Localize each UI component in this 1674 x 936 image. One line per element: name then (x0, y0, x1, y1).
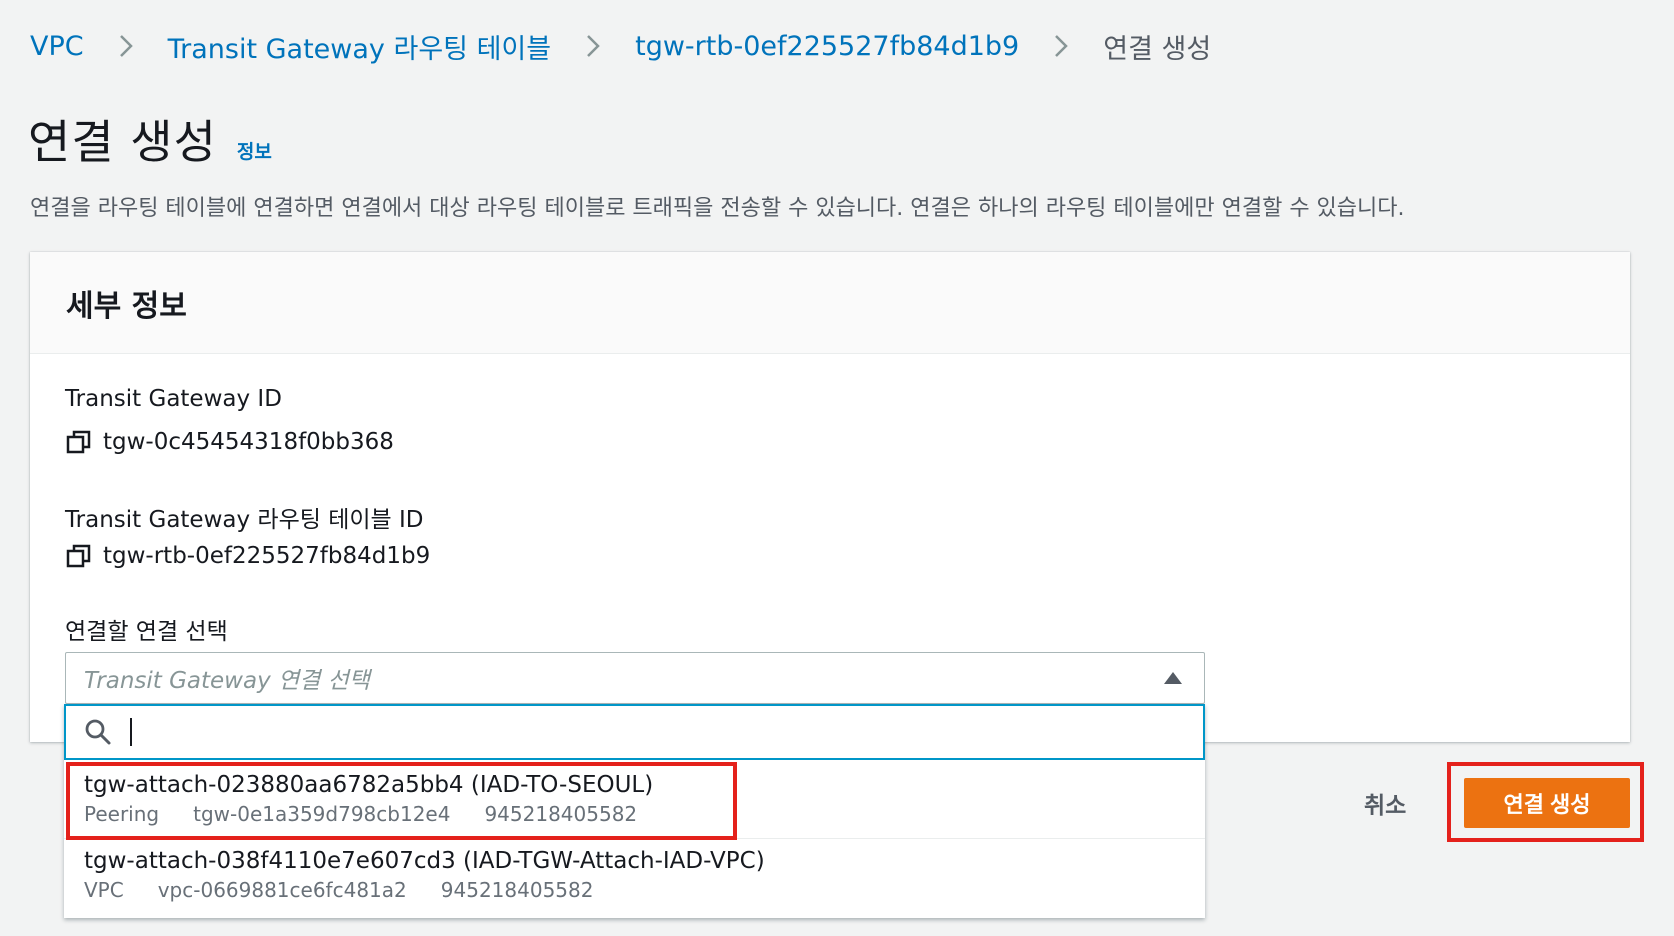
panel-header: 세부 정보 (30, 252, 1630, 354)
option-type: VPC (84, 878, 124, 902)
page-title: 연결 생성 (28, 115, 217, 169)
create-association-button[interactable]: 연결 생성 (1464, 778, 1630, 828)
tgw-id-field: tgw-0c45454318f0bb368 (65, 428, 394, 456)
chevron-right-icon (1041, 26, 1081, 66)
text-cursor (130, 718, 132, 746)
rtb-id-value: tgw-rtb-0ef225527fb84d1b9 (103, 543, 431, 569)
option-account: 945218405582 (440, 878, 594, 902)
panel-title: 세부 정보 (66, 288, 187, 324)
select-attachment-label: 연결할 연결 선택 (65, 619, 228, 645)
breadcrumb-vpc[interactable]: VPC (30, 31, 84, 62)
attachment-select[interactable]: Transit Gateway 연결 선택 (65, 652, 1205, 704)
copy-icon[interactable] (65, 428, 93, 456)
caret-up-icon (1164, 672, 1182, 684)
page-header: 연결 생성 정보 (28, 106, 272, 172)
copy-icon[interactable] (65, 542, 93, 570)
option-title: tgw-attach-038f4110e7e607cd3 (IAD-TGW-At… (84, 848, 765, 874)
tgw-id-label: Transit Gateway ID (65, 386, 282, 412)
breadcrumb-route-tables[interactable]: Transit Gateway 라우팅 테이블 (168, 27, 552, 66)
chevron-right-icon (106, 26, 146, 66)
rtb-id-label: Transit Gateway 라우팅 테이블 ID (65, 507, 424, 533)
page-description: 연결을 라우팅 테이블에 연결하면 연결에서 대상 라우팅 테이블로 트래픽을 … (30, 196, 1405, 221)
details-panel: 세부 정보 Transit Gateway ID tgw-0c45454318f… (30, 252, 1630, 742)
dropdown-option[interactable]: tgw-attach-038f4110e7e607cd3 (IAD-TGW-At… (64, 848, 1205, 902)
dropdown-search-input[interactable] (64, 704, 1205, 760)
info-link[interactable]: 정보 (237, 137, 272, 164)
search-icon (84, 718, 112, 746)
select-placeholder: Transit Gateway 연결 선택 (84, 668, 370, 694)
breadcrumb: VPC Transit Gateway 라우팅 테이블 tgw-rtb-0ef2… (30, 26, 1211, 66)
rtb-id-field: tgw-rtb-0ef225527fb84d1b9 (65, 542, 430, 570)
breadcrumb-route-table-id[interactable]: tgw-rtb-0ef225527fb84d1b9 (635, 31, 1019, 62)
highlight-box-option (66, 762, 737, 840)
chevron-right-icon (573, 26, 613, 66)
cancel-button[interactable]: 취소 (1364, 786, 1406, 820)
breadcrumb-current: 연결 생성 (1103, 33, 1212, 65)
tgw-id-value: tgw-0c45454318f0bb368 (103, 429, 394, 455)
option-resource: vpc-0669881ce6fc481a2 (157, 878, 407, 902)
option-meta: VPC vpc-0669881ce6fc481a2 945218405582 (84, 878, 1205, 902)
